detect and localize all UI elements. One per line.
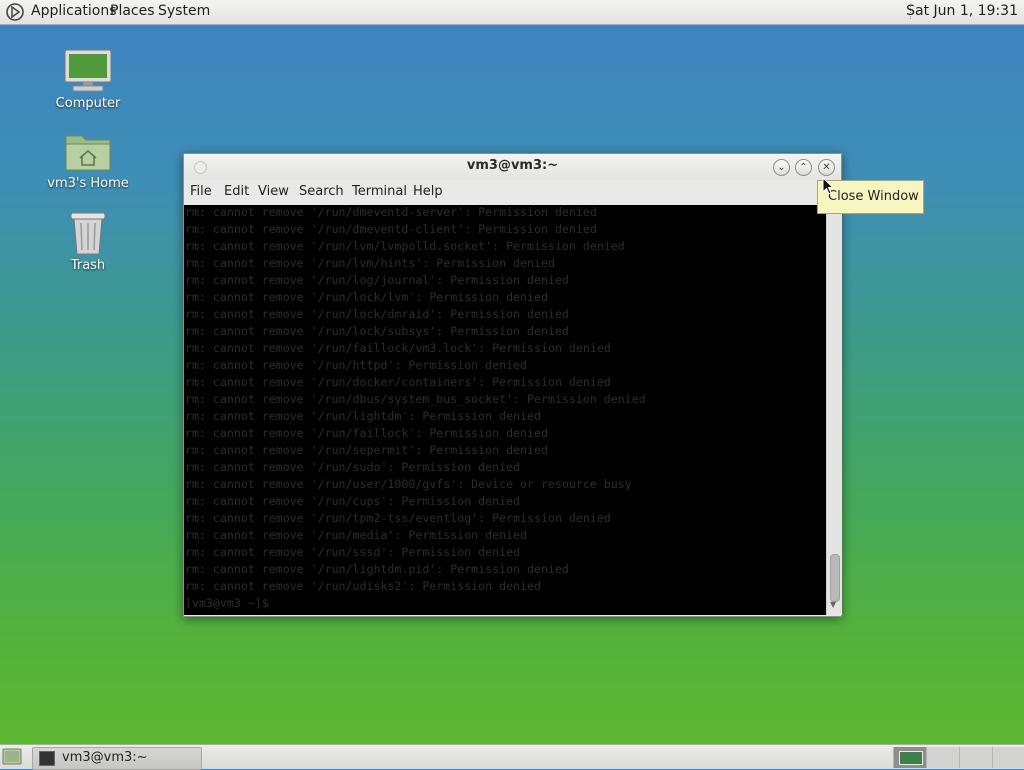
mouse-cursor-icon bbox=[822, 177, 834, 195]
window-title: vm3@vm3:~ bbox=[466, 158, 559, 173]
terminal-line: rm: cannot remove '/run/tpm2-tss/eventlo… bbox=[185, 511, 611, 525]
desktop-icon-label: Computer bbox=[55, 96, 121, 111]
trash-icon bbox=[70, 212, 106, 255]
top-panel: Applications Places System Sat Jun 1, 19… bbox=[0, 0, 1024, 25]
taskbar-window-label: vm3@vm3:~ bbox=[62, 750, 148, 765]
show-desktop-icon[interactable] bbox=[2, 748, 22, 765]
terminal-output[interactable]: rm: cannot remove '/run/dmeventd-server'… bbox=[184, 205, 826, 615]
chevron-up-icon: ⌃ bbox=[799, 162, 808, 173]
terminal-line: rm: cannot remove '/run/faillock/vm3.loc… bbox=[185, 341, 611, 355]
terminal-line: rm: cannot remove '/run/log/journal': Pe… bbox=[185, 273, 569, 287]
taskbar-terminal-button[interactable]: vm3@vm3:~ bbox=[32, 747, 202, 770]
close-button[interactable]: ✕ bbox=[818, 159, 835, 176]
desktop-icon-home[interactable]: vm3's Home bbox=[38, 130, 138, 191]
close-icon: ✕ bbox=[822, 162, 831, 173]
desktop-icon-computer[interactable]: Computer bbox=[38, 48, 138, 111]
places-menu[interactable]: Places bbox=[110, 0, 155, 24]
menu-edit[interactable]: Edit bbox=[224, 184, 249, 199]
terminal-line: rm: cannot remove '/run/lock/lvm': Permi… bbox=[185, 290, 548, 304]
workspace-3[interactable] bbox=[959, 747, 992, 768]
terminal-line: rm: cannot remove '/run/user/1000/gvfs':… bbox=[185, 477, 632, 491]
distro-logo-icon[interactable] bbox=[6, 3, 24, 21]
applications-menu[interactable]: Applications bbox=[31, 0, 117, 24]
workspace-4[interactable] bbox=[992, 747, 1024, 768]
terminal-line: rm: cannot remove '/run/sudo': Permissio… bbox=[185, 460, 521, 474]
chevron-down-icon: ⌄ bbox=[777, 162, 786, 173]
terminal-line: rm: cannot remove '/run/lvm/lvmpolld.soc… bbox=[185, 239, 625, 253]
terminal-line: rm: cannot remove '/run/lock/dmraid': Pe… bbox=[185, 307, 569, 321]
system-menu[interactable]: System bbox=[158, 0, 210, 24]
menu-file[interactable]: File bbox=[190, 184, 212, 199]
terminal-window[interactable]: vm3@vm3:~ ⌄ ⌃ ✕ File Edit View Search Te… bbox=[183, 153, 842, 617]
workspace-window-preview bbox=[899, 751, 923, 765]
menu-terminal[interactable]: Terminal bbox=[352, 184, 407, 199]
minimize-button[interactable]: ⌄ bbox=[773, 159, 790, 176]
maximize-button[interactable]: ⌃ bbox=[795, 159, 812, 176]
scrollbar-thumb[interactable] bbox=[830, 554, 840, 602]
terminal-scrollbar[interactable]: ▼ bbox=[826, 205, 842, 615]
terminal-line: rm: cannot remove '/run/dbus/system_bus_… bbox=[185, 392, 646, 406]
terminal-line: rm: cannot remove '/run/udisks2': Permis… bbox=[185, 579, 541, 593]
menu-view[interactable]: View bbox=[258, 184, 289, 199]
workspace-2[interactable] bbox=[926, 747, 959, 768]
terminal-line: rm: cannot remove '/run/sepermit': Permi… bbox=[185, 443, 548, 457]
terminal-line: rm: cannot remove '/run/dmeventd-client'… bbox=[185, 222, 597, 236]
desktop-icon-label: vm3's Home bbox=[47, 176, 129, 191]
terminal-line: rm: cannot remove '/run/faillock': Permi… bbox=[185, 426, 548, 440]
menu-search[interactable]: Search bbox=[299, 184, 344, 199]
desktop-icon-trash[interactable]: Trash bbox=[38, 210, 138, 273]
terminal-line: rm: cannot remove '/run/lightdm.pid': Pe… bbox=[185, 562, 569, 576]
terminal-line: rm: cannot remove '/run/lvm/hints': Perm… bbox=[185, 256, 555, 270]
home-folder-icon bbox=[65, 135, 111, 171]
terminal-menubar: File Edit View Search Terminal Help bbox=[184, 180, 841, 204]
terminal-icon bbox=[39, 751, 55, 766]
terminal-line: rm: cannot remove '/run/httpd': Permissi… bbox=[185, 358, 528, 372]
terminal-line: rm: cannot remove '/run/lock/subsys': Pe… bbox=[185, 324, 569, 338]
terminal-line: rm: cannot remove '/run/docker/container… bbox=[185, 375, 611, 389]
terminal-line: rm: cannot remove '/run/cups': Permissio… bbox=[185, 494, 521, 508]
terminal-line: [vm3@vm3 ~]$ bbox=[185, 596, 276, 610]
terminal-line: rm: cannot remove '/run/media': Permissi… bbox=[185, 528, 528, 542]
computer-icon bbox=[64, 49, 112, 92]
terminal-line: rm: cannot remove '/run/dmeventd-server'… bbox=[185, 205, 597, 219]
menu-help[interactable]: Help bbox=[413, 184, 443, 199]
desktop-icon-label: Trash bbox=[70, 258, 106, 273]
workspace-1[interactable] bbox=[893, 747, 926, 768]
bottom-panel: vm3@vm3:~ bbox=[0, 744, 1024, 770]
clock[interactable]: Sat Jun 1, 19:31 bbox=[906, 0, 1018, 23]
terminal-line: rm: cannot remove '/run/lightdm': Permis… bbox=[185, 409, 541, 423]
terminal-line: rm: cannot remove '/run/sssd': Permissio… bbox=[185, 545, 521, 559]
scroll-down-arrow-icon[interactable]: ▼ bbox=[830, 600, 836, 609]
window-titlebar[interactable]: vm3@vm3:~ ⌄ ⌃ ✕ bbox=[184, 154, 841, 180]
